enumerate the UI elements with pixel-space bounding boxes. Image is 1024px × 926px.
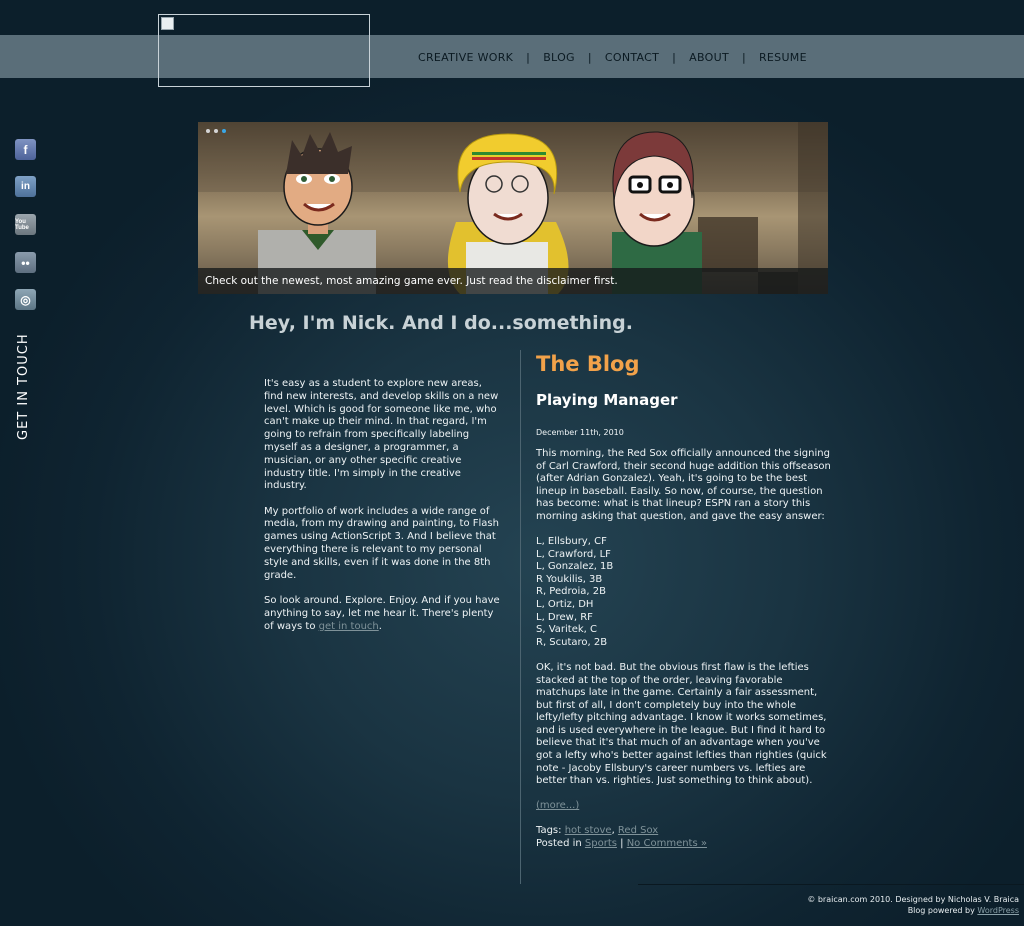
nav-blog[interactable]: BLOG [543,51,575,64]
lineup-item: R, Scutaro, 2B [536,636,608,648]
nav-creative-work[interactable]: CREATIVE WORK [418,51,513,64]
category-link-sports[interactable]: Sports [585,838,617,849]
blog-heading[interactable]: The Blog [536,350,832,382]
lineup-item: S, Varitek, C [536,624,597,636]
get-in-touch-label[interactable]: GET IN TOUCH [16,333,31,440]
youtube-icon[interactable]: You Tube [15,214,36,235]
post-meta: Posted in Sports | No Comments » [536,838,832,851]
intro-paragraph: So look around. Explore. Enjoy. And if y… [264,595,504,633]
lineup-item: R, Pedroia, 2B [536,586,606,598]
nav-separator: | [587,50,592,64]
intro-text: It's easy as a student to explore new ar… [264,378,504,646]
wordpress-link[interactable]: WordPress [977,906,1019,915]
lineup-item: L, Crawford, LF [536,548,611,560]
blog-section: The Blog Playing Manager December 11th, … [536,350,832,849]
slide-dot-1[interactable] [206,129,210,133]
main-nav: CREATIVE WORK | BLOG | CONTACT | ABOUT |… [418,49,807,65]
footer-divider [638,884,1024,885]
posted-in-label: Posted in [536,837,585,849]
flickr-icon[interactable]: •• [15,252,36,273]
intro-paragraph: My portfolio of work includes a wide ran… [264,505,499,581]
nav-separator: | [526,50,531,64]
lineup-list: L, Ellsbury, CF L, Crawford, LF L, Gonza… [536,536,832,649]
footer-copyright: © braican.com 2010. Designed by Nicholas… [807,895,1019,904]
post-body: This morning, the Red Sox officially ann… [536,448,832,850]
facebook-icon[interactable]: f [15,139,36,160]
column-divider [520,350,521,884]
footer-credit: Blog powered by WordPress [807,906,1019,917]
hero-slideshow[interactable]: Check out the newest, most amazing game … [198,122,828,294]
linkedin-icon[interactable]: in [15,176,36,197]
broken-image-icon [161,17,174,30]
post-paragraph: OK, it's not bad. But the obvious first … [536,661,827,787]
read-more-link[interactable]: (more...) [536,800,832,813]
post-paragraph: This morning, the Red Sox officially ann… [536,448,831,522]
nav-separator: | [672,50,677,64]
post-title[interactable]: Playing Manager [536,391,678,409]
lineup-item: L, Ellsbury, CF [536,536,607,548]
rss-icon[interactable]: ◎ [15,289,36,310]
footer: © braican.com 2010. Designed by Nicholas… [807,895,1019,916]
tags-label: Tags: [536,824,565,836]
tag-link-red-sox[interactable]: Red Sox [618,825,658,836]
footer-credit-text: Blog powered by [907,905,978,915]
lineup-item: L, Gonzalez, 1B [536,561,614,573]
lineup-item: R Youkilis, 3B [536,573,603,585]
post-tags: Tags: hot stove, Red Sox [536,825,832,838]
lineup-item: L, Drew, RF [536,611,593,623]
tag-link-hot-stove[interactable]: hot stove [565,825,612,836]
page-headline: Hey, I'm Nick. And I do...something. [249,312,633,334]
site-logo[interactable] [158,14,370,87]
nav-resume[interactable]: RESUME [759,51,807,64]
meta-separator: | [616,837,627,849]
slide-dot-2[interactable] [214,129,218,133]
slide-caption[interactable]: Check out the newest, most amazing game … [198,268,828,294]
nav-about[interactable]: ABOUT [689,51,729,64]
nav-separator: | [741,50,746,64]
slide-dot-3[interactable] [222,129,226,133]
post-date: December 11th, 2010 [536,428,624,437]
comments-link[interactable]: No Comments » [627,838,707,849]
get-in-touch-link[interactable]: get in touch [319,621,379,632]
intro-text-span: . [378,620,382,632]
slide-indicators [206,129,226,133]
nav-contact[interactable]: CONTACT [605,51,659,64]
lineup-item: L, Ortiz, DH [536,599,594,611]
intro-paragraph: It's easy as a student to explore new ar… [264,378,499,492]
